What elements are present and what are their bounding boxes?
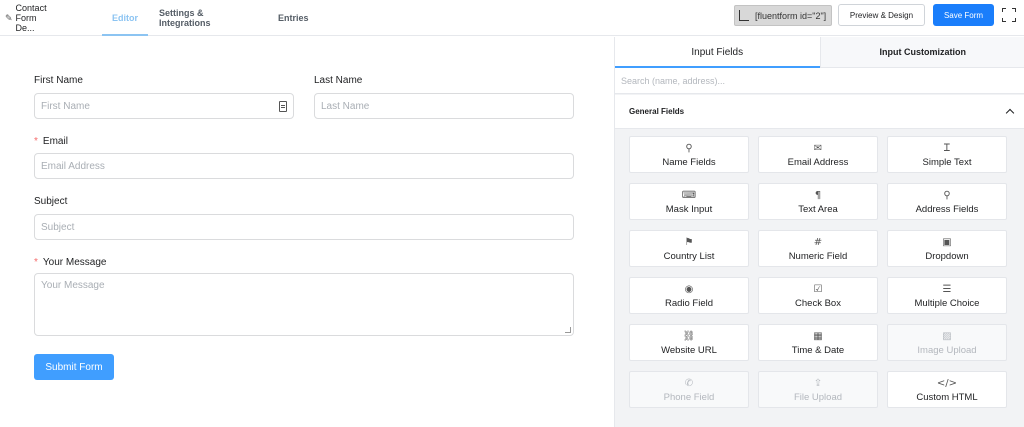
tab-input-fields[interactable]: Input Fields <box>615 37 820 68</box>
contact-card-icon <box>279 101 287 112</box>
field-grid: ⚲ Name Fields ✉ Email Address Ꮖ Simple Text ⌨ M… <box>629 136 1016 410</box>
subject-placeholder: Subject <box>41 221 75 233</box>
field-label: Name Fields <box>662 156 716 168</box>
email-placeholder: Email Address <box>41 160 105 172</box>
preview-design-button[interactable]: Preview & Design <box>838 4 925 26</box>
field-label: File Upload <box>793 391 843 403</box>
field-label: Dropdown <box>925 250 969 262</box>
first-name-placeholder: First Name <box>41 100 90 112</box>
field-label: Phone Field <box>663 391 715 403</box>
email-label-text: Email <box>42 136 68 147</box>
message-textarea[interactable]: Your Message <box>34 273 574 336</box>
field-search-input[interactable] <box>615 68 1024 94</box>
list-icon: ☰ <box>942 283 952 295</box>
field-label: Website URL <box>661 344 717 356</box>
field-label: Multiple Choice <box>914 297 980 309</box>
subject-label: Subject <box>34 196 68 207</box>
message-placeholder: Your Message <box>41 280 105 291</box>
field-email-address[interactable]: ✉ Email Address <box>758 136 878 173</box>
radio-icon: ◉ <box>684 283 694 295</box>
top-bar: ✎ Contact Form De... Editor Settings & I… <box>0 0 1024 36</box>
email-label: * Email <box>34 136 68 147</box>
last-name-input[interactable]: Last Name <box>314 93 574 119</box>
field-label: Text Area <box>798 203 838 215</box>
form-title-link[interactable]: ✎ Contact Form De... <box>5 0 47 36</box>
required-marker: * <box>34 136 38 147</box>
field-label: Check Box <box>795 297 841 309</box>
paragraph-icon: ¶ <box>814 189 822 201</box>
hash-icon: # <box>813 236 823 248</box>
first-name-input[interactable]: First Name <box>34 93 294 119</box>
copy-icon <box>739 10 749 21</box>
fullscreen-icon[interactable] <box>1002 8 1016 22</box>
field-label: Radio Field <box>664 297 714 309</box>
field-mask-input[interactable]: ⌨ Mask Input <box>629 183 749 220</box>
field-text-area[interactable]: ¶ Text Area <box>758 183 878 220</box>
image-icon: ▨ <box>942 330 952 342</box>
calendar-icon: ▦ <box>813 330 823 342</box>
field-time-date[interactable]: ▦ Time & Date <box>758 324 878 361</box>
field-file-upload: ⇪ File Upload <box>758 371 878 408</box>
submit-form-button[interactable]: Submit Form <box>34 354 114 380</box>
field-country-list[interactable]: ⚑ Country List <box>629 230 749 267</box>
person-icon: ⚲ <box>685 142 693 154</box>
keyboard-icon: ⌨ <box>681 189 697 201</box>
field-label: Country List <box>663 250 715 262</box>
field-check-box[interactable]: ☑ Check Box <box>758 277 878 314</box>
field-numeric-field[interactable]: # Numeric Field <box>758 230 878 267</box>
group-title: General Fields <box>629 107 685 116</box>
flag-icon: ⚑ <box>684 236 694 248</box>
field-label: Custom HTML <box>916 391 978 403</box>
upload-icon: ⇪ <box>813 377 823 389</box>
envelope-icon: ✉ <box>813 142 823 154</box>
field-label: Image Upload <box>917 344 977 356</box>
required-marker: * <box>34 257 38 268</box>
code-icon: </> <box>936 377 958 389</box>
field-dropdown[interactable]: ▣ Dropdown <box>887 230 1007 267</box>
field-simple-text[interactable]: Ꮖ Simple Text <box>887 136 1007 173</box>
message-label-text: Your Message <box>42 257 107 268</box>
field-label: Address Fields <box>915 203 979 215</box>
pencil-icon: ✎ <box>5 12 13 23</box>
field-label: Time & Date <box>791 344 845 356</box>
form-title: Contact Form De... <box>15 3 47 33</box>
field-custom-html[interactable]: </> Custom HTML <box>887 371 1007 408</box>
text-icon: Ꮖ <box>943 142 951 154</box>
subject-input[interactable]: Subject <box>34 214 574 240</box>
link-icon: ⛓ <box>682 330 696 342</box>
resize-handle-icon[interactable] <box>565 327 571 333</box>
field-label: Numeric Field <box>788 250 848 262</box>
email-input[interactable]: Email Address <box>34 153 574 179</box>
field-phone-field: ✆ Phone Field <box>629 371 749 408</box>
message-label: * Your Message <box>34 257 106 268</box>
field-image-upload: ▨ Image Upload <box>887 324 1007 361</box>
shortcode-text: [fluentform id="2"] <box>755 10 827 21</box>
last-name-placeholder: Last Name <box>321 100 370 112</box>
phone-icon: ✆ <box>684 377 694 389</box>
tab-entries[interactable]: Entries <box>278 0 309 36</box>
tab-settings-integrations[interactable]: Settings & Integrations <box>159 0 211 36</box>
last-name-label: Last Name <box>314 75 363 86</box>
form-canvas: First Name First Name Last Name Last Nam… <box>0 37 614 427</box>
field-name-fields[interactable]: ⚲ Name Fields <box>629 136 749 173</box>
field-multiple-choice[interactable]: ☰ Multiple Choice <box>887 277 1007 314</box>
field-address-fields[interactable]: ⚲ Address Fields <box>887 183 1007 220</box>
general-fields-header[interactable]: General Fields <box>615 95 1024 129</box>
field-label: Simple Text <box>922 156 972 168</box>
field-label: Mask Input <box>665 203 713 215</box>
map-pin-icon: ⚲ <box>943 189 951 201</box>
tab-input-customization[interactable]: Input Customization <box>819 37 1024 67</box>
chevron-up-icon <box>1005 108 1015 118</box>
field-website-url[interactable]: ⛓ Website URL <box>629 324 749 361</box>
checkbox-icon: ☑ <box>813 283 823 295</box>
dropdown-icon: ▣ <box>942 236 952 248</box>
fields-sidebar: Input Fields Input Customization General… <box>614 37 1024 427</box>
tab-editor[interactable]: Editor <box>102 0 148 36</box>
save-form-button[interactable]: Save Form <box>933 4 994 26</box>
first-name-label: First Name <box>34 75 83 86</box>
sidebar-tabs: Input Fields Input Customization <box>615 37 1024 68</box>
field-radio-field[interactable]: ◉ Radio Field <box>629 277 749 314</box>
field-label: Email Address <box>787 156 849 168</box>
shortcode-copy-button[interactable]: [fluentform id="2"] <box>734 5 832 26</box>
